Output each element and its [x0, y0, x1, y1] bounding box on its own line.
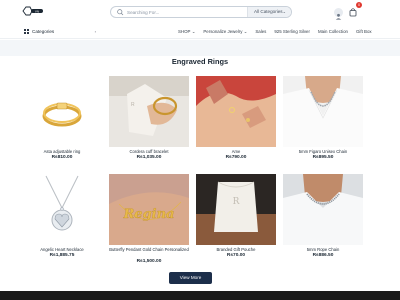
product-name[interactable]: Asta adjustable ring	[22, 149, 102, 154]
nav-item-label: Personalize Jewelry	[203, 29, 243, 34]
search-input[interactable]	[127, 7, 255, 17]
product-card[interactable]: R Branded Gift Pouche Rs70.00	[196, 174, 276, 268]
product-card[interactable]: 5mm Figaro Unisex Chain Rs895.50	[283, 76, 363, 170]
product-name[interactable]: 5mm Figaro Unisex Chain	[283, 149, 363, 154]
product-card[interactable]: Regina Butterfly Pendant Gold Chain Pers…	[109, 174, 189, 268]
nav-item-main-collection[interactable]: Main Collection	[318, 27, 348, 37]
nav-item-personalize-jewelry[interactable]: Personalize Jewelry ⌄	[203, 27, 247, 37]
cart-count-badge: 0	[356, 2, 362, 8]
nav-item-shop[interactable]: SHOP ⌄	[178, 27, 195, 37]
nav-item-gift-box[interactable]: Gift Box	[356, 27, 372, 37]
product-card[interactable]: Angelic Heart Necklace Rs1,885.75	[22, 174, 102, 268]
product-price: Rs790.00	[225, 155, 247, 160]
category-select-label: All Categories	[254, 9, 283, 14]
product-image-cuff-bracelet[interactable]: R	[109, 76, 189, 147]
category-select[interactable]: All Categories ⌄	[247, 7, 291, 17]
section-band	[0, 40, 400, 56]
nav-item-sales[interactable]: Sales	[255, 27, 266, 37]
pouch-logo-glyph: R	[233, 197, 240, 207]
product-price: Rs70.00	[226, 253, 246, 258]
product-image-hands-rings[interactable]	[196, 76, 276, 147]
main-navigation: Categories › SHOP ⌄ Personalize Jewelry …	[0, 25, 400, 39]
name-pendant-text: Regina	[123, 207, 175, 222]
gold-ring-image	[22, 76, 102, 147]
categories-label: Categories	[32, 29, 55, 34]
product-price: Rs1,885.75	[49, 253, 75, 258]
logo-mark: VN	[22, 6, 43, 16]
hands-rings-image	[196, 76, 276, 147]
product-name[interactable]: Ame	[196, 149, 276, 154]
chevron-down-icon: ⌄	[191, 29, 196, 34]
product-name[interactable]: 5mm Rope Chain	[283, 247, 363, 252]
product-name[interactable]: Branded Gift Pouche	[196, 247, 276, 252]
chevron-down-icon: ⌄	[282, 9, 286, 14]
nav-item-925-sterling-silver[interactable]: 925 Sterling Silver	[274, 27, 310, 37]
cuff-bracelet-image: R	[109, 76, 189, 147]
categories-dropdown-button[interactable]: Categories ›	[22, 27, 98, 37]
gift-pouch-image: R	[196, 174, 276, 245]
product-price: Rs1,035.00	[136, 155, 162, 160]
product-image-heart-necklace[interactable]	[22, 174, 102, 245]
product-card[interactable]: R Cordera cuff bracelet Rs1,035.00	[109, 76, 189, 170]
nav-links: SHOP ⌄ Personalize Jewelry ⌄ Sales 925 S…	[178, 27, 372, 37]
product-image-gold-ring[interactable]	[22, 76, 102, 147]
site-logo[interactable]: VN	[22, 6, 44, 16]
user-glyph	[335, 13, 342, 20]
product-card[interactable]: Asta adjustable ring Rs810.00	[22, 76, 102, 170]
top-bar: VN All Categories ⌄ 0	[0, 0, 400, 25]
user-account-icon[interactable]	[334, 8, 343, 20]
logo-text: VN	[35, 9, 39, 13]
product-card[interactable]: Ame Rs790.00	[196, 76, 276, 170]
product-price: Rs886.50	[312, 253, 334, 258]
footer-bar	[0, 291, 400, 300]
chevron-down-icon: ⌄	[243, 29, 248, 34]
shopping-bag-icon[interactable]	[348, 7, 358, 17]
product-image-rope-chain[interactable]	[283, 174, 363, 245]
grid-icon	[24, 29, 29, 34]
nav-item-label: SHOP	[178, 29, 191, 34]
product-card[interactable]: 5mm Rope Chain Rs886.50	[283, 174, 363, 268]
product-name[interactable]: Butterfly Pendant Gold Chain Personalize…	[109, 247, 189, 252]
chevron-right-icon: ›	[94, 29, 96, 34]
product-price: Rs1,500.00	[136, 259, 162, 264]
search-bar: All Categories ⌄	[110, 6, 292, 18]
heart-necklace-image	[22, 174, 102, 245]
product-image-figaro-chain[interactable]	[283, 76, 363, 147]
product-image-gift-pouch[interactable]: R	[196, 174, 276, 245]
product-image-name-necklace[interactable]: Regina	[109, 174, 189, 245]
pouch-logo-glyph: R	[131, 102, 135, 108]
view-more-button[interactable]: View More	[169, 272, 212, 284]
search-icon[interactable]	[116, 8, 125, 17]
product-price: Rs895.50	[312, 155, 334, 160]
rope-chain-image	[283, 174, 363, 245]
product-price: Rs810.00	[51, 155, 73, 160]
name-necklace-image: Regina	[109, 174, 189, 245]
product-name[interactable]: Cordera cuff bracelet	[109, 149, 189, 154]
product-name[interactable]: Angelic Heart Necklace	[22, 247, 102, 252]
figaro-chain-image	[283, 76, 363, 147]
section-title: Engraved Rings	[171, 57, 229, 66]
